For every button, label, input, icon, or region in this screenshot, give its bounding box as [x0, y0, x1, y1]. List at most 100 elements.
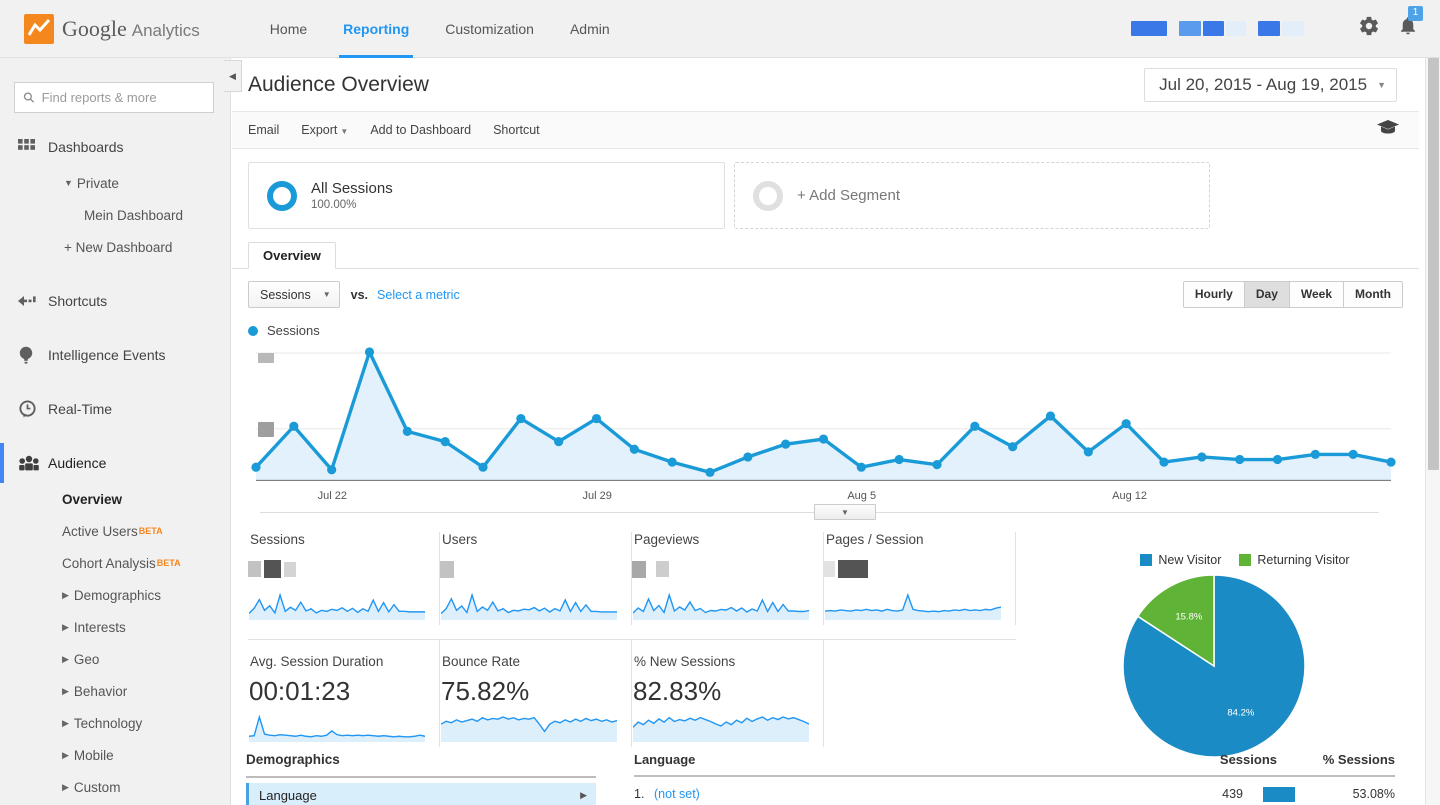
pie-legend: New Visitor Returning Visitor: [1080, 553, 1410, 567]
add-segment-button[interactable]: + Add Segment: [734, 162, 1210, 229]
pie-legend-returning-visitor[interactable]: Returning Visitor: [1239, 553, 1350, 567]
sidebar-item-real-time[interactable]: Real-Time: [0, 389, 230, 429]
card-value-redacted: [440, 554, 615, 584]
pie-svg[interactable]: 84.2% 15.8%: [1080, 573, 1410, 763]
table-row[interactable]: 1. (not set) 439 53.08%: [634, 781, 1395, 805]
graduation-cap-icon[interactable]: [1377, 120, 1399, 140]
sidebar-collapse-button[interactable]: ◀: [224, 60, 242, 92]
granularity-month[interactable]: Month: [1344, 282, 1402, 307]
card-sessions[interactable]: Sessions: [248, 532, 440, 625]
search-reports-box[interactable]: [14, 82, 214, 113]
sidebar-label-active-users: Active Users: [62, 523, 138, 539]
nav-reporting[interactable]: Reporting: [325, 0, 427, 58]
sidebar-label-behavior: Behavior: [73, 683, 128, 699]
sidebar-item-technology[interactable]: ▶ Technology: [0, 707, 230, 739]
account-selector-redacted[interactable]: [1131, 21, 1167, 36]
page-title: Audience Overview: [248, 72, 429, 96]
search-input[interactable]: [41, 90, 205, 105]
notifications-button[interactable]: 1: [1398, 6, 1423, 42]
add-to-dashboard-button[interactable]: Add to Dashboard: [370, 123, 471, 137]
segment-all-sessions[interactable]: All Sessions 100.00%: [248, 162, 725, 229]
row-language-link[interactable]: (not set): [654, 787, 1177, 801]
x-tick-aug-5: Aug 5: [847, 490, 877, 502]
column-header-pct-sessions[interactable]: % Sessions: [1277, 752, 1395, 767]
granularity-day[interactable]: Day: [1244, 282, 1290, 307]
property-selector-redacted[interactable]: [1179, 21, 1246, 36]
card-title: Pageviews: [634, 532, 700, 547]
sidebar-item-active-users[interactable]: Active Users BETA: [0, 515, 230, 547]
granularity-toggle: Hourly Day Week Month: [1182, 281, 1403, 308]
legend-dot-icon: [248, 325, 258, 336]
export-button[interactable]: Export ▼: [301, 123, 348, 137]
sessions-line-chart[interactable]: Jul 22 Jul 29 Aug 5 Aug 12 ▼: [246, 344, 1399, 520]
nav-home[interactable]: Home: [252, 0, 325, 58]
logo-analytics: Analytics: [131, 20, 200, 40]
search-icon: [23, 92, 35, 103]
sidebar-label-geo: Geo: [73, 651, 100, 667]
demographics-item-language[interactable]: Language ▶: [246, 783, 596, 805]
card-pages-per-session[interactable]: Pages / Session: [824, 532, 1016, 625]
pie-legend-new-visitor[interactable]: New Visitor: [1140, 553, 1221, 567]
sidebar-item-behavior[interactable]: ▶ Behavior: [0, 675, 230, 707]
top-nav: Home Reporting Customization Admin: [252, 0, 628, 58]
column-header-language[interactable]: Language: [634, 752, 1191, 767]
logo[interactable]: Google Analytics: [24, 13, 200, 44]
metric-select-value: Sessions: [260, 287, 311, 302]
shortcut-button[interactable]: Shortcut: [493, 123, 540, 137]
sidebar-label-intelligence-events: Intelligence Events: [48, 347, 166, 363]
granularity-hourly[interactable]: Hourly: [1183, 282, 1245, 307]
metric-select[interactable]: Sessions ▼: [248, 281, 340, 308]
caret-right-icon: ▶: [62, 717, 69, 728]
sidebar-item-mobile[interactable]: ▶ Mobile: [0, 739, 230, 771]
people-icon: [18, 455, 48, 471]
sidebar-item-audience[interactable]: Audience: [0, 443, 230, 483]
card-title: Avg. Session Duration: [250, 654, 384, 669]
sidebar-item-interests[interactable]: ▶ Interests: [0, 611, 230, 643]
date-range-picker[interactable]: Jul 20, 2015 - Aug 19, 2015 ▼: [1144, 67, 1397, 102]
sidebar-item-geo[interactable]: ▶ Geo: [0, 643, 230, 675]
nav-customization[interactable]: Customization: [427, 0, 552, 58]
card-avg-session-duration[interactable]: Avg. Session Duration 00:01:23: [248, 639, 440, 747]
sidebar-item-dashboards[interactable]: Dashboards: [0, 127, 230, 167]
email-button[interactable]: Email: [248, 123, 279, 137]
segment-percent: 100.00%: [311, 199, 357, 211]
sidebar-item-new-dashboard[interactable]: + New Dashboard: [0, 231, 230, 263]
card-title: Pages / Session: [826, 532, 924, 547]
card-pageviews[interactable]: Pageviews: [632, 532, 824, 625]
sidebar-item-cohort-analysis[interactable]: Cohort Analysis BETA: [0, 547, 230, 579]
sidebar-label-mein-dashboard: Mein Dashboard: [84, 207, 184, 223]
card-bounce-rate[interactable]: Bounce Rate 75.82%: [440, 639, 632, 747]
grid-icon: [18, 138, 48, 156]
card-users[interactable]: Users: [440, 532, 632, 625]
card-title: Users: [442, 532, 478, 547]
caret-down-icon: ▼: [64, 178, 73, 188]
chart-slider-handle[interactable]: ▼: [814, 504, 876, 520]
column-header-sessions[interactable]: Sessions: [1191, 752, 1277, 767]
row-bar: [1263, 786, 1323, 802]
scrollbar-thumb[interactable]: [1428, 58, 1439, 470]
page-scrollbar[interactable]: [1425, 58, 1440, 805]
sidebar-item-overview[interactable]: Overview: [0, 483, 230, 515]
sidebar-item-mein-dashboard[interactable]: Mein Dashboard: [0, 199, 230, 231]
x-tick-aug-12: Aug 12: [1112, 490, 1148, 502]
select-a-metric-link[interactable]: Select a metric: [377, 288, 460, 302]
sidebar-item-private[interactable]: ▼ Private: [0, 167, 230, 199]
sidebar-item-shortcuts[interactable]: Shortcuts: [0, 281, 230, 321]
card-title: % New Sessions: [634, 654, 736, 669]
card-value-redacted: [248, 554, 423, 584]
sidebar-item-intelligence-events[interactable]: Intelligence Events: [0, 335, 230, 375]
sidebar-item-demographics[interactable]: ▶ Demographics: [0, 579, 230, 611]
card-sparkline: [632, 712, 810, 747]
gear-icon[interactable]: [1358, 15, 1380, 42]
tab-overview[interactable]: Overview: [248, 242, 336, 269]
sidebar-item-custom[interactable]: ▶ Custom: [0, 771, 230, 803]
sidebar-label-cohort-analysis: Cohort Analysis: [62, 555, 156, 571]
granularity-week[interactable]: Week: [1289, 282, 1345, 307]
sidebar-label-mobile: Mobile: [73, 747, 114, 763]
segment-ring-icon: [267, 180, 297, 211]
segment-bar: All Sessions 100.00% + Add Segment: [232, 149, 1419, 229]
card-percent-new-sessions[interactable]: % New Sessions 82.83%: [632, 639, 824, 747]
nav-admin[interactable]: Admin: [552, 0, 628, 58]
view-selector-redacted[interactable]: [1258, 21, 1304, 36]
caret-right-icon: ▶: [62, 781, 69, 792]
